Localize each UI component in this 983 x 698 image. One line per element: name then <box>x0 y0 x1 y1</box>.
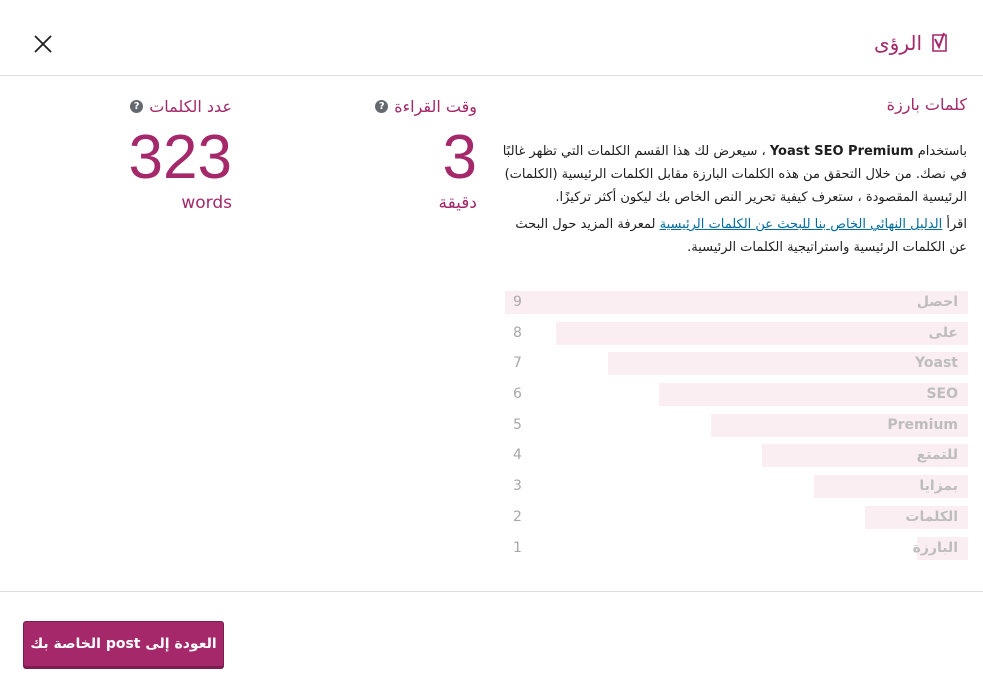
word-count-stat: عدد الكلمات ? 323 words <box>32 94 232 213</box>
prominent-word-row: الكلمات 2 <box>505 505 968 537</box>
prominent-word-count: 9 <box>513 294 522 310</box>
prominent-word-count: 6 <box>513 386 522 403</box>
word-count-header: عدد الكلمات ? <box>32 94 232 118</box>
prominent-word-bar <box>608 352 968 376</box>
modal-title-group: الرؤى <box>874 28 950 58</box>
prominent-word-label: احصل <box>916 294 958 310</box>
reading-time-unit: دقيقة <box>438 193 477 213</box>
yoast-logo-icon <box>932 32 947 52</box>
word-count-value: 323 <box>128 123 232 192</box>
modal-header: الرؤى <box>0 0 983 76</box>
prominent-word-bar <box>556 321 968 345</box>
prominent-word-label: الكلمات <box>905 508 958 525</box>
description-product: Yoast SEO Premium <box>769 144 914 159</box>
prominent-word-count: 2 <box>513 508 522 525</box>
reading-time-label: وقت القراءة <box>394 96 477 116</box>
prominent-word-label: SEO <box>926 386 958 403</box>
help-icon[interactable]: ? <box>130 99 144 113</box>
keyword-guide-text: اقرأ الدليل النهائي الخاص بنا للبحث عن ا… <box>497 213 967 259</box>
prominent-word-row: بمزايا 3 <box>505 475 968 506</box>
prominent-word-count: 1 <box>513 539 522 556</box>
prominent-word-label: البارزة <box>912 539 958 556</box>
prominent-word-row: احصل 9 <box>505 291 968 322</box>
back-to-post-button[interactable]: العودة إلى post الخاصة بك <box>23 621 224 667</box>
prominent-word-bar <box>505 291 968 314</box>
prominent-word-label: على <box>928 324 958 341</box>
keyword-guide-link[interactable]: الدليل النهائي الخاص بنا للبحث عن الكلما… <box>660 217 943 232</box>
prominent-word-row: Yoast 7 <box>505 352 968 383</box>
close-button[interactable] <box>31 32 55 56</box>
prominent-word-label: بمزايا <box>919 478 958 495</box>
prominent-word-label: Yoast <box>915 355 958 372</box>
guide-before: اقرأ <box>942 217 967 232</box>
prominent-words-list: احصل 9 على 8 Yoast 7 SEO 6 Premium 5 للتمتع 4 بمزايا… <box>505 291 968 567</box>
prominent-word-label: Premium <box>887 416 958 433</box>
prominent-word-count: 3 <box>513 478 522 495</box>
prominent-word-count: 4 <box>513 447 522 464</box>
prominent-word-row: للتمتع 4 <box>505 444 968 475</box>
prominent-word-row: Premium 5 <box>505 413 968 445</box>
close-icon <box>34 35 52 53</box>
description-before: باستخدام <box>913 144 967 159</box>
word-count-label: عدد الكلمات <box>149 96 232 116</box>
reading-time-value: 3 <box>442 123 477 192</box>
prominent-word-count: 8 <box>513 324 522 341</box>
modal-title: الرؤى <box>874 31 922 55</box>
prominent-word-count: 5 <box>513 416 522 433</box>
help-icon[interactable]: ? <box>375 99 389 113</box>
modal-footer: العودة إلى post الخاصة بك <box>0 591 983 698</box>
prominent-word-bar <box>659 383 968 407</box>
prominent-words-title: كلمات بارزة <box>886 95 967 114</box>
reading-time-header: وقت القراءة ? <box>277 94 477 118</box>
reading-time-stat: وقت القراءة ? 3 دقيقة <box>277 94 477 212</box>
prominent-words-description: باستخدام Yoast SEO Premium ، سيعرض لك هذ… <box>497 140 967 209</box>
prominent-word-row: SEO 6 <box>505 383 968 414</box>
prominent-word-count: 7 <box>513 355 522 372</box>
prominent-words-section: كلمات بارزة باستخدام Yoast SEO Premium ،… <box>497 90 967 259</box>
prominent-word-row: على 8 <box>505 321 968 353</box>
prominent-word-row: البارزة 1 <box>505 536 968 568</box>
prominent-word-label: للتمتع <box>916 447 958 464</box>
word-count-unit: words <box>181 193 232 213</box>
